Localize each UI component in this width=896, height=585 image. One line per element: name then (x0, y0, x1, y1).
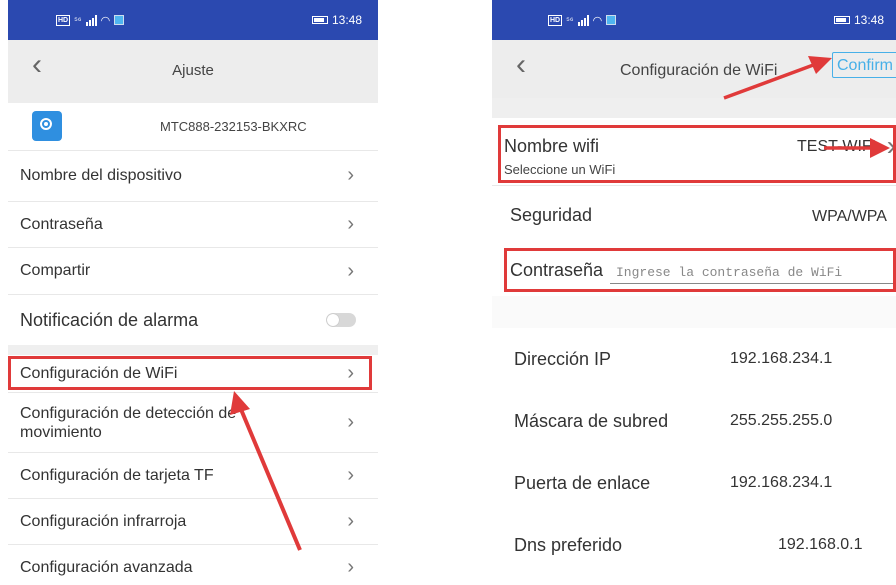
wifi-status-icon: ◠ (592, 14, 603, 27)
wifi-password-input[interactable] (610, 262, 896, 284)
signal-label: ⁵⁶ (566, 15, 574, 25)
signal-icon (577, 14, 589, 26)
signal-icon (85, 14, 97, 26)
confirm-button[interactable]: Confirm (832, 52, 896, 78)
setting-label: Nombre del dispositivo (20, 166, 182, 184)
chevron-right-icon: › (347, 164, 354, 186)
status-time: 13:48 (853, 13, 884, 27)
chevron-right-icon: › (347, 556, 354, 578)
page-title: Ajuste (172, 62, 214, 79)
wifi-name-hint: Seleccione un WiFi (504, 162, 616, 177)
setting-infrared[interactable]: Configuración infrarroja › (8, 499, 378, 545)
setting-label: Configuración de tarjeta TF (20, 466, 214, 484)
device-row: MTC888-232153-BKXRC (8, 103, 378, 151)
chevron-right-icon: › (347, 411, 354, 433)
chevron-right-icon: › (347, 259, 354, 282)
subnet-label: Máscara de subred (514, 410, 669, 431)
battery-icon (833, 16, 850, 24)
chevron-right-icon: › (347, 510, 354, 532)
setting-device-name[interactable]: Nombre del dispositivo › (8, 150, 378, 202)
chevron-right-icon: › (347, 362, 354, 384)
gateway-label: Puerta de enlace (514, 472, 651, 493)
setting-share[interactable]: Compartir › (8, 248, 378, 295)
setting-label: Compartir (20, 262, 91, 279)
setting-label: Configuración avanzada (20, 558, 193, 576)
back-icon[interactable]: ‹ (516, 48, 526, 82)
ip-label: Dirección IP (514, 348, 612, 369)
wifi-name-row[interactable]: Nombre wifi Seleccione un WiFi TEST-WIFI… (492, 118, 896, 186)
device-id: MTC888-232153-BKXRC (160, 119, 307, 134)
setting-label: Configuración de detección de movimiento (20, 404, 237, 441)
header: ‹ Ajuste (8, 40, 378, 103)
subnet-row: Máscara de subred 255.255.255.0 (492, 390, 896, 452)
hd-icon: HD (56, 14, 71, 26)
app-notification-icon (114, 15, 125, 25)
security-row[interactable]: Seguridad WPA/WPA (492, 186, 896, 244)
setting-password[interactable]: Contraseña › (8, 202, 378, 248)
settings-screen: HD ⁵⁶ ◠ 13:48 ‹ Ajuste MTC888-232153-BKX… (8, 0, 378, 585)
ip-row: Dirección IP 192.168.234.1 (492, 328, 896, 390)
section-divider (492, 296, 896, 328)
alarm-toggle[interactable] (326, 313, 356, 327)
dns-label: Dns preferido (514, 534, 623, 555)
status-bar: HD ⁵⁶ ◠ 13:48 (8, 0, 378, 40)
setting-tf-card[interactable]: Configuración de tarjeta TF › (8, 453, 378, 499)
hd-icon: HD (548, 14, 563, 26)
status-bar: HD ⁵⁶ ◠ 13:48 (492, 0, 896, 40)
chevron-right-icon: › (347, 464, 354, 486)
wifi-config-screen: HD ⁵⁶ ◠ 13:48 ‹ Configuración de WiFi Co… (492, 0, 896, 585)
signal-label: ⁵⁶ (74, 15, 82, 25)
page-title: Configuración de WiFi (620, 62, 778, 79)
camera-icon (32, 111, 62, 141)
security-label: Seguridad (510, 204, 593, 225)
setting-motion-detection[interactable]: Configuración de detección de movimiento… (8, 393, 378, 453)
gateway-row: Puerta de enlace 192.168.234.1 (492, 452, 896, 514)
setting-wifi[interactable]: Configuración de WiFi › (8, 355, 378, 393)
chevron-right-icon: › (347, 213, 354, 235)
section-divider (8, 345, 378, 355)
setting-alarm-notification: Notificación de alarma (8, 295, 378, 345)
wifi-name-value: TEST-WIFI (797, 138, 877, 155)
status-time: 13:48 (331, 13, 362, 27)
setting-label: Configuración infrarroja (20, 512, 187, 530)
setting-label: Configuración de WiFi (20, 364, 178, 382)
setting-advanced[interactable]: Configuración avanzada › (8, 545, 378, 585)
app-notification-icon (606, 15, 617, 25)
status-icons: HD ⁵⁶ ◠ (548, 14, 617, 27)
wifi-status-icon: ◠ (100, 14, 111, 27)
section-divider (492, 98, 896, 118)
gateway-value: 192.168.234.1 (730, 474, 833, 491)
dns-row: Dns preferido 192.168.0.1 (492, 514, 896, 576)
password-label: Contraseña (510, 259, 604, 280)
ip-value: 192.168.234.1 (730, 350, 833, 367)
header: ‹ Configuración de WiFi Confirm (492, 40, 896, 98)
setting-label: Contraseña (20, 215, 103, 233)
subnet-value: 255.255.255.0 (730, 412, 833, 429)
security-value: WPA/WPA (812, 208, 887, 225)
wifi-name-label: Nombre wifi (504, 136, 600, 156)
dns-value: 192.168.0.1 (778, 536, 863, 553)
battery-icon (311, 16, 328, 24)
setting-label: Notificación de alarma (20, 309, 199, 330)
status-icons: HD ⁵⁶ ◠ (56, 14, 125, 27)
chevron-right-icon: › (886, 130, 896, 161)
